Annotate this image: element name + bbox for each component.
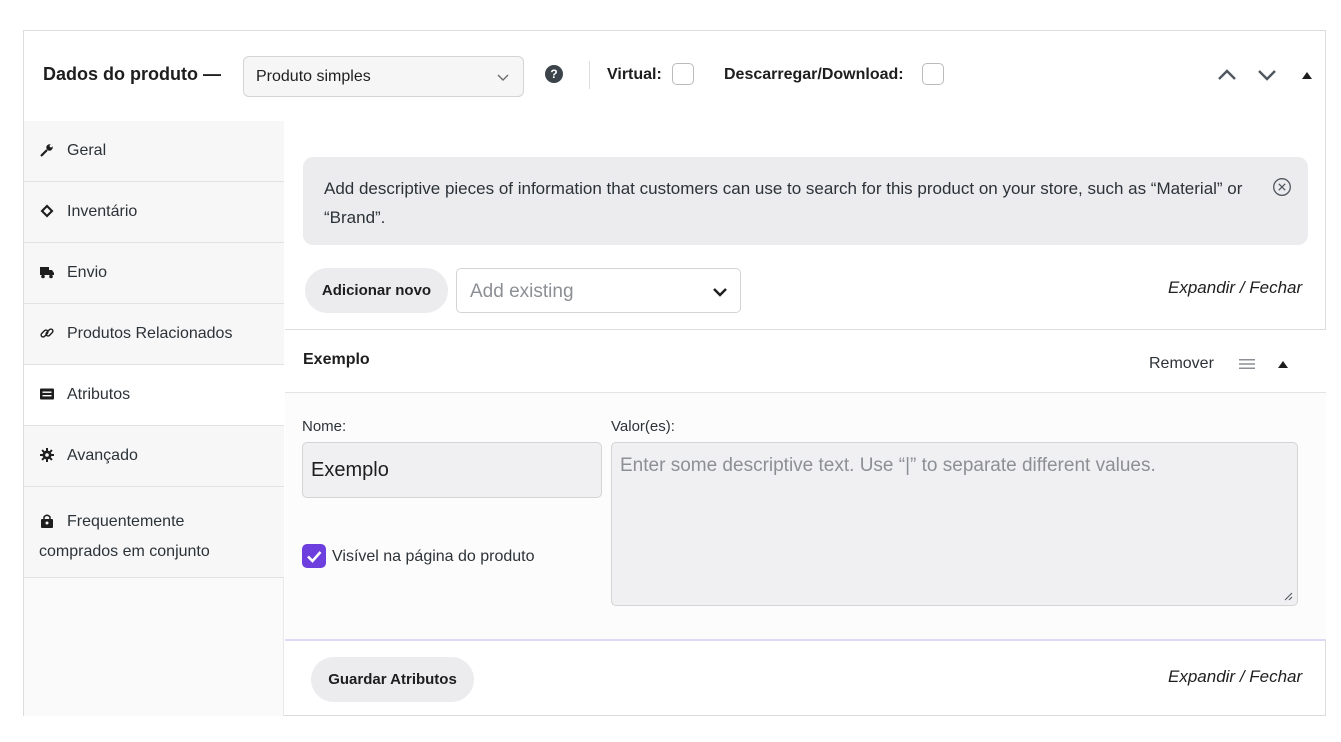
collapse-triangle-icon[interactable] — [1296, 64, 1318, 86]
tab-label: Avançado — [67, 447, 138, 464]
list-icon — [40, 388, 54, 400]
visible-on-product-page-checkbox[interactable] — [302, 544, 326, 568]
attributes-notice: Add descriptive pieces of information th… — [303, 157, 1308, 245]
tab-label-continued: comprados em conjunto — [39, 543, 210, 560]
tab-label: Envio — [67, 264, 108, 281]
tab-linked-products[interactable]: Produtos Relacionados — [24, 304, 284, 365]
chevron-down-icon — [713, 288, 727, 297]
tag-icon — [40, 204, 54, 218]
expand-collapse-link-bottom[interactable]: Expandir / Fechar — [1168, 667, 1302, 687]
attribute-values-textarea[interactable]: Enter some descriptive text. Use “|” to … — [611, 442, 1298, 606]
tab-general[interactable]: Geral — [24, 121, 284, 182]
tab-label: Frequentemente — [67, 513, 185, 530]
name-label: Nome: — [302, 418, 347, 435]
expand-collapse-link[interactable]: Expandir / Fechar — [1168, 278, 1302, 298]
product-data-header: Dados do produto — Produto simples ? Vir… — [24, 31, 1325, 121]
attribute-name-input[interactable] — [302, 442, 602, 498]
bag-icon — [41, 514, 53, 528]
collapse-triangle-icon[interactable] — [1276, 358, 1290, 370]
panel-title: Dados do produto — — [43, 64, 221, 84]
tab-shipping[interactable]: Envio — [24, 243, 284, 304]
product-type-value: Produto simples — [256, 68, 371, 85]
notice-text: Add descriptive pieces of information th… — [324, 179, 1243, 227]
add-existing-placeholder: Add existing — [470, 281, 574, 302]
attribute-item: Exemplo Remover Nome: Valor(es): Enter s… — [285, 329, 1326, 641]
checkmark-icon — [307, 551, 322, 563]
add-existing-select[interactable]: Add existing — [456, 268, 741, 313]
product-type-select[interactable]: Produto simples — [243, 56, 524, 97]
tab-label: Geral — [67, 142, 107, 159]
link-icon — [40, 328, 54, 338]
values-placeholder: Enter some descriptive text. Use “|” to … — [620, 455, 1156, 476]
move-down-icon[interactable] — [1256, 64, 1278, 86]
wrench-icon — [40, 144, 53, 157]
virtual-checkbox[interactable] — [672, 63, 694, 85]
visible-on-product-page-label: Visível na página do produto — [332, 548, 535, 565]
product-data-tabs: Geral Inventário Envio Produtos Relacion… — [24, 121, 284, 716]
tab-frequently-bought[interactable]: Frequentemente comprados em conjunto — [24, 487, 284, 578]
truck-icon — [40, 267, 54, 279]
drag-handle-icon[interactable] — [1238, 357, 1256, 371]
close-circle-icon[interactable] — [1272, 177, 1292, 197]
save-attributes-button[interactable]: Guardar Atributos — [311, 657, 474, 702]
question-circle-icon[interactable]: ? — [545, 65, 563, 83]
values-label: Valor(es): — [611, 418, 675, 435]
attribute-title: Exemplo — [303, 351, 370, 368]
tab-advanced[interactable]: Avançado — [24, 426, 284, 487]
tab-label: Atributos — [67, 386, 131, 403]
add-new-attribute-button[interactable]: Adicionar novo — [305, 268, 448, 313]
remove-attribute-link[interactable]: Remover — [1149, 355, 1214, 373]
gear-icon — [40, 448, 54, 462]
tab-label: Inventário — [67, 203, 138, 220]
move-up-icon[interactable] — [1216, 64, 1238, 86]
download-label: Descarregar/Download: — [724, 66, 904, 83]
download-checkbox[interactable] — [922, 63, 944, 85]
tab-inventory[interactable]: Inventário — [24, 182, 284, 243]
attribute-header[interactable]: Exemplo Remover — [285, 330, 1326, 393]
header-divider — [589, 61, 590, 89]
tab-label: Produtos Relacionados — [67, 325, 233, 342]
virtual-label: Virtual: — [607, 66, 662, 83]
product-data-panel: Dados do produto — Produto simples ? Vir… — [23, 30, 1326, 716]
tab-attributes[interactable]: Atributos — [24, 365, 284, 426]
chevron-down-icon — [497, 74, 509, 81]
resize-grip-icon[interactable] — [1283, 591, 1293, 601]
